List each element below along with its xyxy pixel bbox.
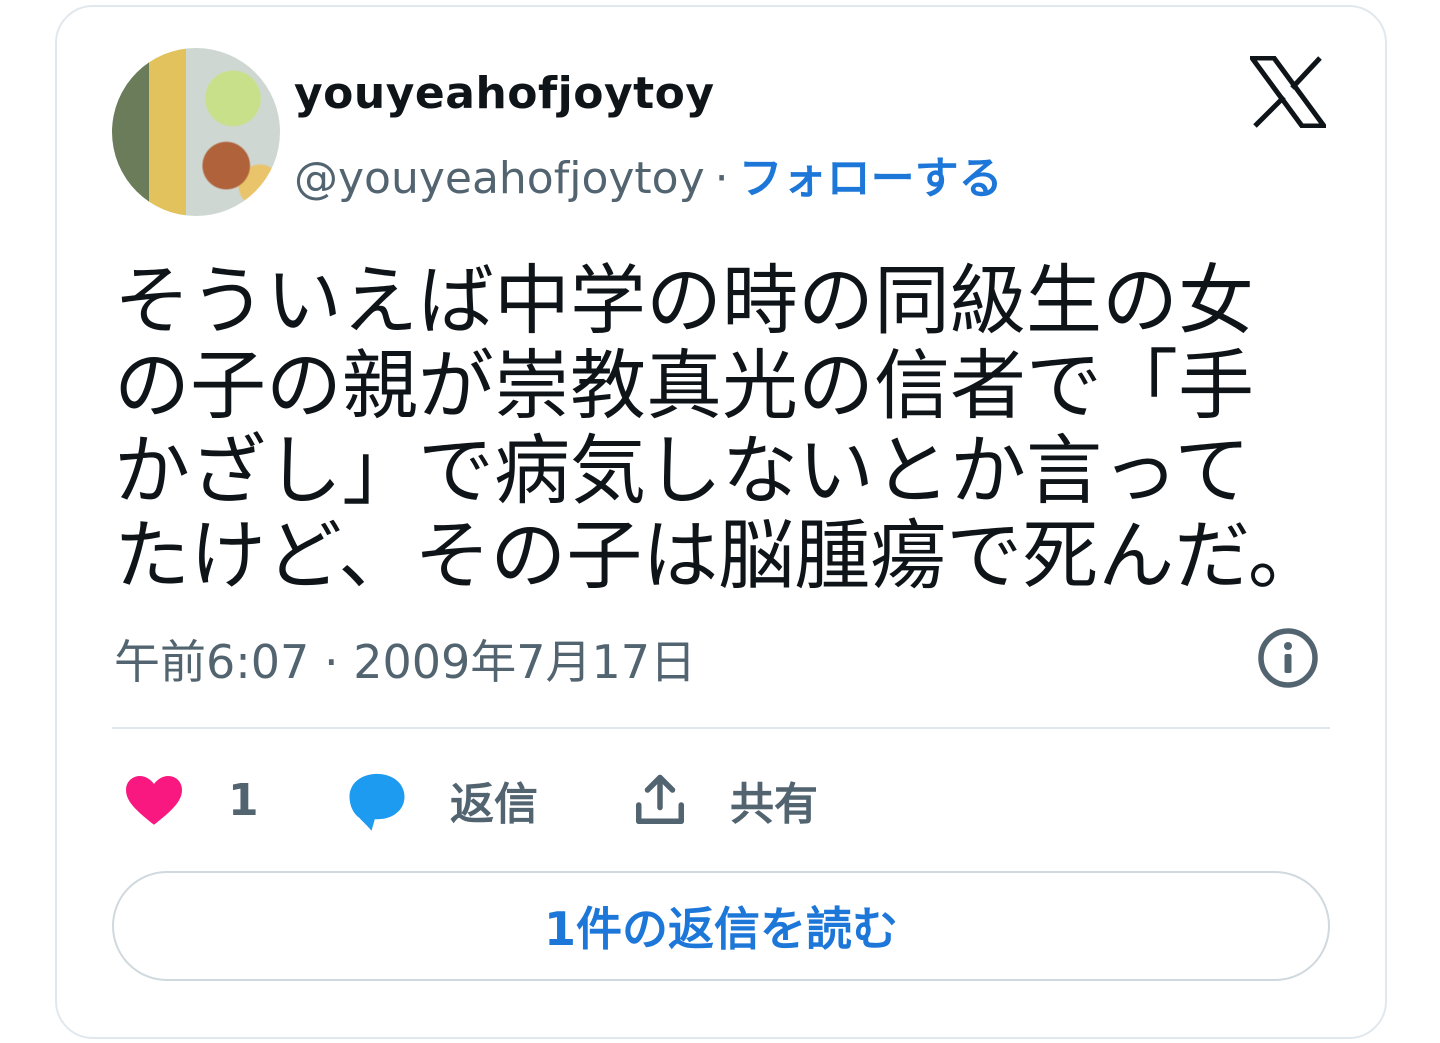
follow-button[interactable]: フォローする	[739, 153, 1003, 204]
display-name[interactable]: youyeahofjoytoy	[294, 68, 715, 119]
tweet-date[interactable]: 2009年7月17日	[353, 635, 696, 689]
user-handle[interactable]: @youyeahofjoytoy	[294, 153, 705, 204]
action-bar: 1 返信 共有	[112, 760, 1012, 840]
share-button[interactable]: 共有	[630, 760, 818, 840]
avatar[interactable]	[112, 48, 280, 216]
handle-row: @youyeahofjoytoy · フォローする	[294, 142, 1003, 206]
handle-separator: ·	[714, 153, 729, 204]
like-button[interactable]: 1	[122, 760, 259, 840]
share-icon	[636, 774, 684, 824]
reply-button[interactable]: 返信	[344, 760, 538, 840]
heart-icon	[126, 776, 182, 825]
tweet-text: そういえば中学の時の同級生の女の子の親が崇教真光の信者で「手かざし」で病気しない…	[114, 256, 1324, 600]
meta-separator: ·	[323, 635, 339, 689]
like-count: 1	[228, 774, 259, 826]
divider	[112, 727, 1330, 729]
share-label: 共有	[730, 779, 818, 830]
reply-label: 返信	[450, 779, 538, 830]
info-icon[interactable]	[1256, 626, 1320, 690]
tweet-time[interactable]: 午前6:07	[114, 635, 309, 689]
read-replies-button[interactable]: 1件の返信を読む	[112, 871, 1330, 981]
tweet-meta: 午前6:07 · 2009年7月17日	[114, 626, 696, 692]
x-logo-icon[interactable]	[1250, 56, 1326, 128]
speech-bubble-icon	[349, 773, 405, 831]
